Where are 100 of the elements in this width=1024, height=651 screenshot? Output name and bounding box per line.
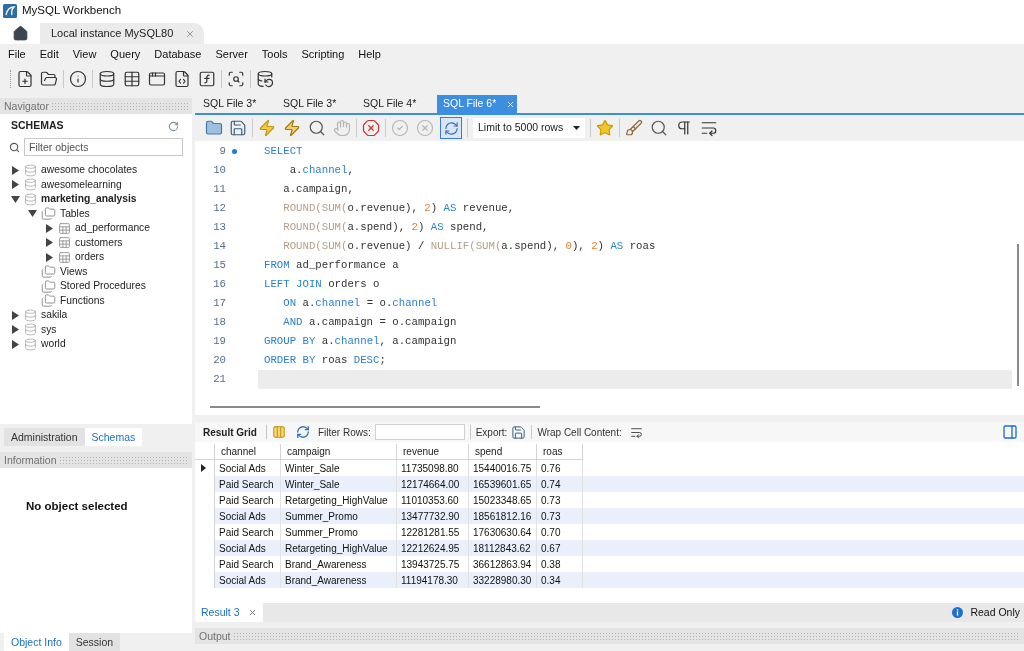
database-icon (24, 337, 37, 351)
editor-tab[interactable]: SQL File 4* (357, 95, 437, 113)
tree-item[interactable]: awesomelearning (41, 179, 122, 190)
filter-field[interactable] (374, 424, 465, 440)
folders-icon (41, 264, 56, 280)
star-icon[interactable] (596, 119, 614, 137)
pilcrow-icon[interactable] (675, 119, 693, 137)
table-icon[interactable] (123, 69, 141, 88)
close-icon[interactable] (506, 99, 516, 109)
function-icon[interactable] (198, 69, 216, 88)
line-number: 14 (212, 239, 226, 255)
info-icon (952, 607, 964, 618)
menu-item[interactable]: Scripting (301, 49, 345, 60)
database-icon (24, 308, 37, 322)
database-refresh-icon[interactable] (256, 69, 274, 88)
refresh-icon[interactable] (295, 425, 310, 439)
tree-item[interactable]: Functions (60, 295, 105, 306)
folders-icon (41, 278, 56, 294)
menu-item[interactable]: Server (215, 49, 248, 60)
caret-down-icon[interactable] (27, 210, 37, 218)
menu-item[interactable]: Tools (261, 49, 288, 60)
folders-icon (41, 293, 56, 309)
menu-item[interactable]: Edit (39, 49, 59, 60)
wrap-text-icon[interactable] (700, 119, 718, 137)
folder-open-icon[interactable] (40, 69, 58, 88)
check-circle-icon[interactable] (391, 119, 409, 137)
search-icon[interactable] (227, 69, 245, 88)
connection-tab[interactable]: Local instance MySQL80 (40, 23, 204, 44)
window-icon[interactable] (148, 69, 166, 88)
editor-tab[interactable]: SQL File 3* (277, 95, 357, 113)
search-icon[interactable] (650, 119, 668, 137)
scrollbar-thumb[interactable] (210, 406, 540, 408)
caret-right-icon[interactable] (11, 325, 19, 335)
caret-right-icon[interactable] (11, 310, 19, 320)
tree-item[interactable]: awesome chocolates (41, 165, 138, 176)
save-icon[interactable] (511, 424, 527, 440)
save-icon[interactable] (229, 119, 247, 137)
code-line: SELECT (263, 144, 304, 160)
panel-tab[interactable]: Object Info (4, 633, 69, 651)
stop-icon[interactable] (362, 119, 380, 137)
caret-right-icon[interactable] (11, 180, 19, 190)
tree-item[interactable]: sys (41, 324, 57, 335)
table-cell: 33228980.30 (469, 572, 537, 588)
file-plus-icon[interactable] (16, 69, 34, 88)
database-icon (24, 163, 37, 177)
menu-item[interactable]: Help (358, 49, 381, 60)
table-icon (58, 236, 71, 250)
panel-title: Output (199, 630, 231, 642)
database-icon[interactable] (98, 69, 116, 88)
result-tab[interactable]: Result 3 (195, 603, 263, 622)
panel-tab[interactable]: Session (68, 633, 121, 651)
tree-item[interactable]: Stored Procedures (60, 281, 146, 292)
panel-tab[interactable]: Schemas (84, 428, 143, 446)
caret-right-icon[interactable] (45, 238, 53, 248)
brush-icon[interactable] (625, 119, 643, 137)
wrap-text-icon[interactable] (629, 425, 643, 439)
line-number: 11 (212, 182, 226, 198)
refresh-icon[interactable] (168, 120, 179, 132)
database-icon (24, 192, 37, 206)
code-line: FROM ad_performance a (263, 258, 400, 274)
line-number: 17 (212, 296, 226, 312)
database-icon (24, 178, 37, 192)
code-file-icon[interactable] (173, 69, 191, 88)
close-icon[interactable] (247, 608, 257, 617)
folder-icon[interactable] (205, 119, 223, 137)
tree-item[interactable]: Views (60, 266, 88, 277)
tree-item[interactable]: Tables (60, 208, 90, 219)
info-message: No object selected (26, 500, 128, 512)
row-pointer-icon (201, 464, 206, 472)
tree-item[interactable]: ad_performance (75, 223, 150, 234)
panel-tab[interactable]: Administration (4, 428, 85, 446)
panel-right-icon[interactable] (1002, 424, 1018, 440)
caret-right-icon[interactable] (11, 339, 19, 349)
scrollbar-thumb[interactable] (1017, 244, 1019, 386)
menu-item[interactable]: Database (154, 49, 202, 60)
line-number: 16 (212, 277, 226, 293)
tree-item[interactable]: orders (75, 252, 105, 263)
caret-down-icon[interactable] (10, 195, 20, 203)
close-icon[interactable] (185, 28, 196, 39)
tree-item[interactable]: customers (75, 237, 123, 248)
tree-item[interactable]: world (41, 339, 66, 350)
menu-item[interactable]: View (72, 49, 97, 60)
editor-tab[interactable]: SQL File 3* (197, 95, 277, 113)
search-field[interactable]: Filter objects (24, 138, 183, 156)
caret-right-icon[interactable] (45, 252, 53, 262)
caret-right-icon[interactable] (45, 223, 53, 233)
tree-item[interactable]: marketing_analysis (41, 194, 137, 205)
home-icon[interactable] (11, 24, 29, 42)
limit-dropdown[interactable]: Limit to 5000 rows (473, 118, 585, 138)
caret-right-icon[interactable] (11, 165, 19, 175)
menu-item[interactable]: File (8, 49, 26, 60)
tree-item[interactable]: sakila (41, 310, 68, 321)
menu-item[interactable]: Query (110, 49, 141, 60)
filter-label: Filter Rows: (317, 425, 371, 440)
line-number: 9 (218, 144, 226, 160)
lightning-icon[interactable] (283, 119, 301, 137)
search-icon[interactable] (308, 119, 326, 137)
info-icon[interactable] (69, 69, 87, 88)
result-grid-button[interactable]: Result Grid (199, 424, 261, 440)
database-icon (24, 323, 37, 337)
